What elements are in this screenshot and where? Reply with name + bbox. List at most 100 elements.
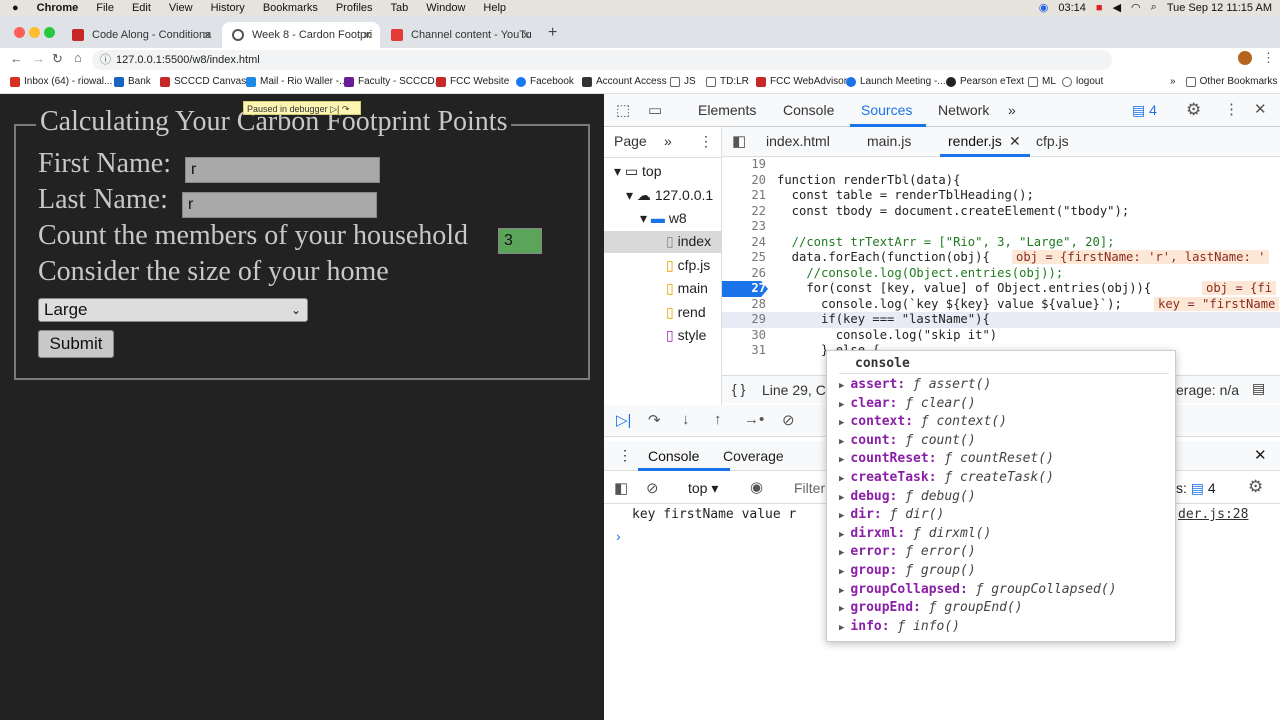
autocomplete-item[interactable]: ▶ countReset: ƒ countReset() (839, 451, 1054, 466)
file-tab-render[interactable]: render.js (948, 133, 1002, 149)
expand-arrow-icon[interactable]: ▶ (839, 437, 844, 447)
menu-kebab-icon[interactable]: ⋮ (1262, 50, 1275, 66)
clock[interactable]: Tue Sep 12 11:15 AM (1167, 2, 1272, 14)
bookmark-fcc[interactable]: FCC Website (436, 76, 509, 87)
submit-button[interactable]: Submit (38, 330, 114, 358)
drawer-tab-coverage[interactable]: Coverage (723, 448, 784, 464)
page-tab[interactable]: Page (614, 133, 647, 149)
coverage-icon[interactable]: ▤ (1252, 380, 1265, 397)
bookmark-canvas[interactable]: SCCCD Canvas (160, 76, 246, 87)
volume-icon[interactable]: ◀ (1113, 1, 1121, 14)
minimize-window-icon[interactable] (29, 27, 40, 38)
search-icon[interactable]: ⌕ (1151, 1, 1157, 14)
menu-kebab-icon[interactable]: ⋮ (699, 133, 713, 150)
file-tab-index[interactable]: index.html (766, 133, 830, 149)
expand-arrow-icon[interactable]: ▶ (839, 400, 844, 410)
expand-arrow-icon[interactable]: ▶ (839, 474, 844, 484)
close-tab-icon[interactable]: ✕ (522, 29, 531, 42)
expand-arrow-icon[interactable]: ▶ (839, 623, 844, 633)
autocomplete-item[interactable]: ▶ dirxml: ƒ dirxml() (839, 526, 991, 541)
reload-icon[interactable]: ↻ (52, 51, 63, 67)
bookmark-pearson[interactable]: Pearson eText (946, 76, 1024, 87)
autocomplete-item[interactable]: ▶ dir: ƒ dir() (839, 507, 944, 522)
menu-kebab-icon[interactable]: ⋮ (618, 447, 632, 464)
wifi-icon[interactable]: ◠ (1131, 1, 1141, 14)
bookmark-fcc-webadvisor[interactable]: FCC WebAdvisor (756, 76, 847, 87)
bookmark-logout[interactable]: logout (1062, 76, 1103, 87)
autocomplete-item[interactable]: ▶ error: ƒ error() (839, 544, 976, 559)
address-bar[interactable]: ⓘ 127.0.0.1:5500/w8/index.html (92, 50, 1112, 70)
step-out-icon[interactable]: ↑ (714, 411, 722, 428)
close-icon[interactable]: ✕ (1254, 100, 1267, 118)
issues-counter[interactable]: s: ▤ 4 (1176, 480, 1216, 497)
file-tab-main[interactable]: main.js (867, 133, 911, 149)
device-toggle-icon[interactable]: ▭ (648, 101, 662, 119)
info-icon[interactable]: ⓘ (100, 50, 111, 70)
menu-view[interactable]: View (169, 2, 193, 14)
tab-sources[interactable]: Sources (861, 102, 912, 118)
first-name-input[interactable]: r (185, 157, 380, 183)
autocomplete-item[interactable]: ▶ context: ƒ context() (839, 414, 1007, 429)
console-source-link[interactable]: der.js:28 (1178, 507, 1248, 522)
autocomplete-item[interactable]: ▶ groupCollapsed: ƒ groupCollapsed() (839, 582, 1117, 597)
tree-file-index[interactable]: ▯ index (666, 233, 711, 250)
bookmark-faculty[interactable]: Faculty - SCCCD... (344, 76, 443, 87)
expand-arrow-icon[interactable]: ▶ (839, 604, 844, 614)
tree-file-main[interactable]: ▯ main (666, 280, 708, 297)
avatar[interactable] (1238, 51, 1252, 65)
issues-badge[interactable]: ▤ 4 (1132, 102, 1157, 119)
eye-icon[interactable]: ◉ (750, 478, 763, 496)
expand-arrow-icon[interactable]: ▶ (839, 548, 844, 558)
stop-icon[interactable]: ■ (1096, 2, 1103, 14)
tab-code-along[interactable]: Code Along - Conditional DOM ✕ (62, 22, 220, 48)
step-into-icon[interactable]: ↓ (682, 411, 690, 428)
close-icon[interactable]: ✕ (1009, 133, 1021, 150)
deactivate-breakpoints-icon[interactable]: ⊘ (782, 411, 795, 429)
home-size-select[interactable]: Large ⌄ (38, 298, 308, 322)
bookmark-launch-meeting[interactable]: Launch Meeting -... (846, 76, 946, 87)
tree-top[interactable]: ▾ ▭ top (614, 163, 662, 180)
format-icon[interactable]: { } (732, 381, 745, 397)
autocomplete-item[interactable]: ▶ debug: ƒ debug() (839, 489, 976, 504)
gear-icon[interactable]: ⚙ (1186, 100, 1201, 120)
autocomplete-item[interactable]: ▶ assert: ƒ assert() (839, 377, 991, 392)
context-select[interactable]: top ▾ (688, 480, 718, 497)
inspect-icon[interactable]: ⬚ (616, 101, 630, 119)
menu-profiles[interactable]: Profiles (336, 2, 373, 14)
menu-kebab-icon[interactable]: ⋮ (1224, 100, 1239, 118)
tree-folder-w8[interactable]: ▾ ▬ w8 (640, 210, 687, 227)
autocomplete-item[interactable]: ▶ clear: ƒ clear() (839, 396, 976, 411)
expand-arrow-icon[interactable]: ▶ (839, 381, 844, 391)
code-editor[interactable]: 19 20 21 22 23 24 25 26 27 28 29 30 31 f… (722, 157, 1280, 375)
bookmark-other[interactable]: » Other Bookmarks (1170, 76, 1277, 87)
more-tabs-icon[interactable]: » (1008, 102, 1016, 118)
menu-bookmarks[interactable]: Bookmarks (263, 2, 318, 14)
close-tab-icon[interactable]: ✕ (203, 29, 212, 42)
recording-icon[interactable]: ◉ (1039, 1, 1049, 14)
file-tab-cfp[interactable]: cfp.js (1036, 133, 1069, 149)
tree-file-cfp[interactable]: ▯ cfp.js (666, 257, 710, 274)
apple-icon[interactable]: ● (12, 2, 19, 14)
expand-arrow-icon[interactable]: ▶ (839, 511, 844, 521)
forward-icon[interactable]: → (32, 51, 45, 66)
expand-arrow-icon[interactable]: ▶ (839, 418, 844, 428)
last-name-input[interactable]: r (182, 192, 377, 218)
new-tab-icon[interactable]: + (548, 24, 557, 42)
back-icon[interactable]: ← (10, 51, 23, 66)
tab-console[interactable]: Console (783, 102, 834, 118)
tree-file-style[interactable]: ▯ style (666, 327, 706, 344)
home-icon[interactable]: ⌂ (74, 50, 82, 65)
expand-arrow-icon[interactable]: ▶ (839, 455, 844, 465)
tree-host[interactable]: ▾ ☁ 127.0.0.1 (626, 187, 713, 204)
console-prompt-icon[interactable]: › (616, 528, 621, 544)
expand-arrow-icon[interactable]: ▶ (839, 530, 844, 540)
step-icon[interactable]: →• (744, 411, 764, 428)
menu-tab[interactable]: Tab (391, 2, 409, 14)
autocomplete-popup[interactable]: console ▶ assert: ƒ assert() ▶ clear: ƒ cle… (826, 350, 1176, 642)
household-count-input[interactable]: 3 (498, 228, 542, 254)
sidebar-toggle-icon[interactable]: ◧ (614, 479, 628, 497)
bookmark-ml[interactable]: ML (1028, 76, 1056, 87)
autocomplete-item[interactable]: ▶ count: ƒ count() (839, 433, 976, 448)
gear-icon[interactable]: ⚙ (1248, 477, 1263, 497)
bookmark-mail[interactable]: Mail - Rio Waller -... (246, 76, 347, 87)
